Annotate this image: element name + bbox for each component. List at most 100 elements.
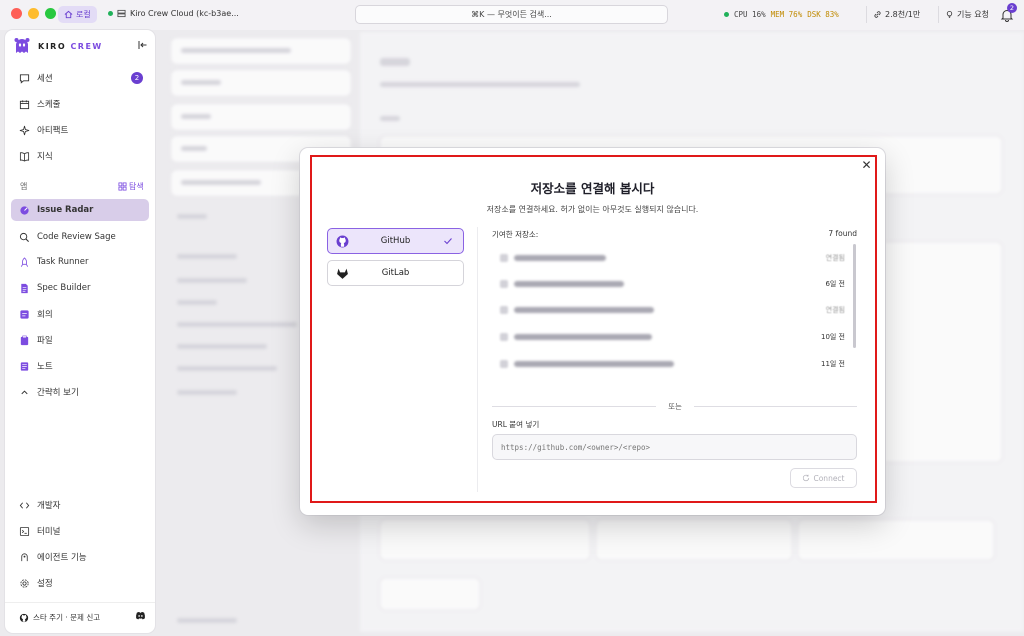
- repo-url-input[interactable]: [492, 434, 857, 460]
- titlebar: 로컬 Kiro Crew Cloud (kc-b3ae... ⌘K — 무엇이든…: [0, 0, 1024, 30]
- refresh-icon: [803, 474, 810, 482]
- status-dot: [108, 11, 113, 16]
- modal-title: 저장소를 연결해 봅시다: [530, 181, 655, 196]
- chevron-up-icon: [21, 389, 28, 394]
- local-tab[interactable]: 로컬: [58, 6, 97, 23]
- github-provider-button[interactable]: GitHub: [327, 228, 464, 254]
- code-icon: [19, 501, 30, 509]
- repo-icon: [500, 306, 508, 314]
- github-icon: [19, 613, 29, 622]
- sidebar-item-label: 지식: [37, 152, 53, 162]
- connect-label: Connect: [813, 473, 845, 483]
- sidebar-item-artifacts[interactable]: 아티팩트: [11, 119, 149, 141]
- connect-button[interactable]: Connect: [790, 468, 857, 488]
- sidebar-item-issue-radar[interactable]: Issue Radar: [11, 199, 149, 221]
- sidebar-item-label: 아티팩트: [37, 126, 69, 136]
- grid-icon: [118, 182, 127, 191]
- background-panel: [596, 520, 792, 560]
- chat-icon: [19, 73, 30, 84]
- dsk-stat: DSK 83%: [807, 10, 839, 19]
- notification-badge: 2: [1007, 3, 1017, 13]
- background-line: [177, 300, 217, 305]
- sidebar-item-label: Issue Radar: [37, 205, 94, 215]
- zoom-window-button[interactable]: [45, 8, 56, 19]
- modal-column-divider: [477, 227, 478, 492]
- repo-name-redacted: [514, 334, 652, 340]
- repo-list-item[interactable]: 연결됨: [492, 302, 845, 320]
- link-icon: [874, 11, 881, 18]
- background-panel: [380, 520, 590, 560]
- sidebar-item-code-review-sage[interactable]: Code Review Sage: [11, 226, 149, 248]
- mem-stat: MEM 76%: [770, 10, 803, 19]
- close-window-button[interactable]: [11, 8, 22, 19]
- cloud-workspace[interactable]: Kiro Crew Cloud (kc-b3ae...: [108, 9, 239, 18]
- background-line: [177, 254, 237, 259]
- document-icon: [21, 283, 28, 293]
- repo-updated: 6일 전: [825, 280, 845, 288]
- repo-updated: 11일 전: [820, 360, 845, 368]
- background-line: [177, 322, 297, 327]
- sidebar-item-settings[interactable]: 설정: [11, 572, 149, 594]
- background-panel: [798, 520, 994, 560]
- repo-icon: [500, 360, 508, 368]
- repo-list-item[interactable]: 10일 전: [492, 329, 845, 347]
- lightbulb-icon: [946, 10, 953, 19]
- sidebar-item-files[interactable]: 파일: [11, 329, 149, 351]
- sidebar-item-schedule[interactable]: 스케줄: [11, 93, 149, 115]
- repo-list-item[interactable]: 6일 전: [492, 276, 845, 294]
- command-search[interactable]: ⌘K — 무엇이든 검색...: [355, 5, 668, 24]
- cpu-stat: CPU 16%: [734, 10, 766, 19]
- radar-icon: [20, 205, 29, 215]
- artifact-icon: [19, 125, 30, 135]
- or-divider-right: [694, 406, 857, 407]
- found-count: 7 found: [828, 229, 857, 238]
- sidebar-item-knowledge[interactable]: 지식: [11, 145, 149, 167]
- close-icon[interactable]: ✕: [861, 159, 872, 171]
- minimize-window-button[interactable]: [28, 8, 39, 19]
- repo-status: 연결됨: [825, 254, 845, 262]
- sidebar-item-agent-features[interactable]: 에이전트 기능: [11, 546, 149, 568]
- brand-kiro: KIRO: [38, 41, 67, 51]
- stats-status-dot: [724, 12, 729, 17]
- sidebar-item-developer[interactable]: 개발자: [11, 494, 149, 516]
- sidebar-item-task-runner[interactable]: Task Runner: [11, 251, 149, 273]
- gitlab-provider-button[interactable]: GitLab: [327, 260, 464, 286]
- window-controls: [11, 8, 56, 19]
- gitlab-provider-label: GitLab: [381, 268, 410, 278]
- feature-request-label: 기능 요청: [957, 10, 989, 19]
- collapse-sidebar-icon[interactable]: [138, 40, 148, 50]
- background-line: [380, 58, 410, 66]
- sidebar-item-spec-builder[interactable]: Spec Builder: [11, 277, 149, 299]
- discord-icon[interactable]: [135, 610, 146, 621]
- github-stars[interactable]: 2.8천/1만: [866, 6, 920, 23]
- background-line: [380, 82, 580, 87]
- repo-list-item[interactable]: 11일 전: [492, 356, 845, 374]
- repo-updated: 10일 전: [820, 333, 845, 341]
- sidebar-item-label: Task Runner: [37, 257, 89, 267]
- background-line: [177, 618, 237, 623]
- repo-list-item[interactable]: 연결됨: [492, 250, 845, 268]
- sidebar-collapse-apps[interactable]: 간략히 보기: [11, 381, 149, 403]
- sidebar-item-label: 세션: [37, 74, 53, 84]
- sidebar-item-notes[interactable]: 노트: [11, 355, 149, 377]
- sessions-badge: 2: [131, 72, 143, 84]
- repo-name-redacted: [514, 361, 674, 367]
- feature-request-button[interactable]: 기능 요청: [938, 6, 989, 23]
- sidebar-footer[interactable]: 스타 주기 · 문제 신고: [5, 602, 155, 632]
- explore-button[interactable]: 탐색: [118, 181, 144, 192]
- brand: KIRO CREW: [12, 36, 103, 56]
- sidebar-item-meetings[interactable]: 회의: [11, 303, 149, 325]
- sidebar-item-label: 개발자: [37, 501, 61, 511]
- sidebar-item-label: 회의: [37, 310, 53, 320]
- background-line: [177, 344, 267, 349]
- sidebar-item-terminal[interactable]: 터미널: [11, 520, 149, 542]
- local-tab-label: 로컬: [76, 10, 91, 19]
- explore-label: 탐색: [129, 182, 144, 191]
- or-label: 또는: [668, 402, 682, 411]
- sidebar-item-label: Spec Builder: [37, 283, 91, 293]
- repo-list-scrollbar[interactable]: [853, 244, 856, 348]
- github-provider-label: GitHub: [380, 236, 411, 246]
- sidebar-item-sessions[interactable]: 세션 2: [11, 67, 149, 89]
- url-paste-label: URL 붙여 넣기: [492, 420, 540, 429]
- clipboard-icon: [20, 335, 29, 345]
